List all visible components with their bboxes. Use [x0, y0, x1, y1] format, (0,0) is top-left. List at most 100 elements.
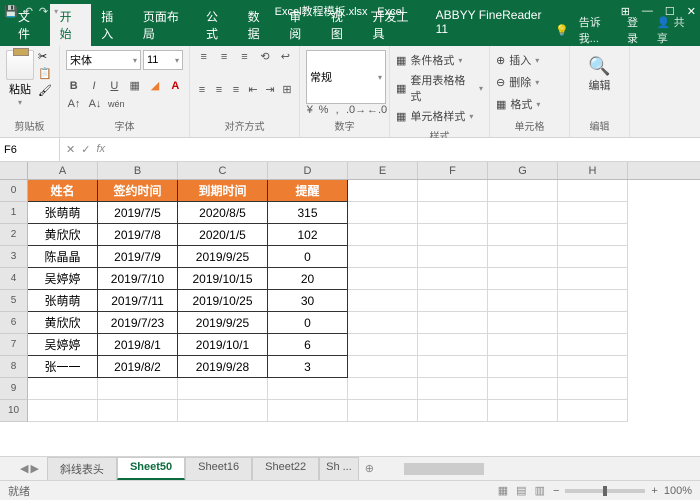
cell[interactable]: 2019/7/23: [98, 312, 178, 334]
cell[interactable]: 2019/7/5: [98, 202, 178, 224]
cell[interactable]: 2019/7/8: [98, 224, 178, 246]
cell[interactable]: [28, 378, 98, 400]
ribbon-tab-视图[interactable]: 视图: [321, 4, 363, 46]
cell[interactable]: 提醒: [268, 180, 348, 202]
paste-button[interactable]: 粘贴 ▾: [6, 50, 34, 107]
cell[interactable]: [488, 400, 558, 422]
row-header[interactable]: 4: [0, 268, 28, 290]
column-header[interactable]: G: [488, 162, 558, 179]
cell[interactable]: [418, 202, 488, 224]
cell[interactable]: [348, 268, 418, 290]
cell[interactable]: [488, 268, 558, 290]
cell[interactable]: [348, 356, 418, 378]
cell[interactable]: 2019/9/25: [178, 246, 268, 268]
cell[interactable]: [418, 246, 488, 268]
cell[interactable]: [418, 290, 488, 312]
increase-font-icon[interactable]: A↑: [66, 98, 82, 110]
cell[interactable]: [348, 246, 418, 268]
font-size-select[interactable]: 11▾: [143, 50, 183, 70]
cut-icon[interactable]: ✂: [38, 50, 52, 63]
decrease-font-icon[interactable]: A↓: [87, 98, 103, 110]
cell[interactable]: [348, 202, 418, 224]
number-format-select[interactable]: 常规▾: [306, 50, 386, 104]
row-header[interactable]: 2: [0, 224, 28, 246]
zoom-slider[interactable]: [565, 489, 645, 493]
align-middle-icon[interactable]: ≡: [216, 51, 231, 63]
horizontal-scrollbar[interactable]: [384, 462, 700, 476]
cell[interactable]: 2019/7/11: [98, 290, 178, 312]
sheet-nav-next-icon[interactable]: ▶: [30, 462, 38, 475]
format-painter-icon[interactable]: 🖌: [38, 84, 52, 97]
column-header[interactable]: D: [268, 162, 348, 179]
border-button[interactable]: ▦: [127, 79, 142, 92]
row-header[interactable]: 6: [0, 312, 28, 334]
save-icon[interactable]: 💾: [4, 5, 18, 18]
login-link[interactable]: 登录: [627, 14, 647, 46]
cell[interactable]: [348, 400, 418, 422]
font-name-select[interactable]: 宋体▾: [66, 50, 141, 70]
cell[interactable]: [488, 290, 558, 312]
sheet-tab[interactable]: Sheet16: [185, 457, 252, 480]
cell[interactable]: 0: [268, 246, 348, 268]
cell[interactable]: [348, 334, 418, 356]
wrap-text-icon[interactable]: ↩: [278, 50, 293, 63]
cell[interactable]: [558, 290, 628, 312]
column-header[interactable]: E: [348, 162, 418, 179]
format-as-table-button[interactable]: ▦ 套用表格格式 ▾: [396, 70, 483, 106]
font-color-button[interactable]: A: [168, 80, 183, 92]
cell[interactable]: 2019/9/25: [178, 312, 268, 334]
cell[interactable]: [488, 224, 558, 246]
row-header[interactable]: 10: [0, 400, 28, 422]
currency-icon[interactable]: ¥: [306, 104, 314, 116]
cell[interactable]: [418, 334, 488, 356]
chevron-down-icon[interactable]: ▾: [18, 98, 22, 107]
cell[interactable]: 张一一: [28, 356, 98, 378]
cell[interactable]: [558, 224, 628, 246]
increase-decimal-icon[interactable]: .0→: [346, 104, 362, 116]
cell[interactable]: [418, 224, 488, 246]
row-header[interactable]: 0: [0, 180, 28, 202]
column-header[interactable]: F: [418, 162, 488, 179]
cell[interactable]: 30: [268, 290, 348, 312]
cell[interactable]: [418, 356, 488, 378]
column-header[interactable]: C: [178, 162, 268, 179]
cell[interactable]: 张萌萌: [28, 290, 98, 312]
cell[interactable]: 到期时间: [178, 180, 268, 202]
fill-color-button[interactable]: ◢: [147, 79, 162, 92]
sheet-tab[interactable]: Sheet22: [252, 457, 319, 480]
sheet-tab[interactable]: 斜线表头: [47, 457, 117, 480]
column-header[interactable]: H: [558, 162, 628, 179]
cell[interactable]: 315: [268, 202, 348, 224]
cell[interactable]: [178, 400, 268, 422]
cell[interactable]: [418, 378, 488, 400]
conditional-format-button[interactable]: ▦ 条件格式 ▾: [396, 50, 483, 70]
cell[interactable]: 6: [268, 334, 348, 356]
insert-button[interactable]: ⊕ 插入 ▾: [496, 50, 563, 70]
cell[interactable]: [98, 400, 178, 422]
sheet-nav-prev-icon[interactable]: ◀: [20, 462, 28, 475]
editing-button[interactable]: 🔍 编辑: [576, 50, 623, 93]
delete-button[interactable]: ⊖ 删除 ▾: [496, 72, 563, 92]
align-center-icon[interactable]: ≡: [213, 84, 225, 96]
cell[interactable]: 2019/7/9: [98, 246, 178, 268]
bold-button[interactable]: B: [66, 80, 81, 92]
zoom-level[interactable]: 100%: [664, 485, 692, 497]
cell[interactable]: [558, 202, 628, 224]
redo-icon[interactable]: ↷: [39, 5, 48, 18]
spreadsheet-grid[interactable]: ABCDEFGH 0姓名签约时间到期时间提醒1张萌萌2019/7/52020/8…: [0, 162, 700, 456]
page-break-view-icon[interactable]: ▥: [535, 484, 545, 497]
cell[interactable]: [558, 268, 628, 290]
cell[interactable]: [488, 180, 558, 202]
cell[interactable]: 陈晶晶: [28, 246, 98, 268]
sheet-tab[interactable]: Sh ...: [319, 457, 359, 480]
cell[interactable]: 吴婷婷: [28, 268, 98, 290]
cell[interactable]: [418, 268, 488, 290]
indent-increase-icon[interactable]: ⇥: [264, 83, 276, 96]
format-button[interactable]: ▦ 格式 ▾: [496, 94, 563, 114]
page-layout-view-icon[interactable]: ▤: [516, 484, 526, 497]
cell[interactable]: 2019/8/2: [98, 356, 178, 378]
tell-me-icon[interactable]: 💡: [555, 24, 569, 37]
cell[interactable]: 黄欣欣: [28, 312, 98, 334]
phonetic-icon[interactable]: wén: [108, 99, 124, 109]
select-all-corner[interactable]: [0, 162, 28, 179]
